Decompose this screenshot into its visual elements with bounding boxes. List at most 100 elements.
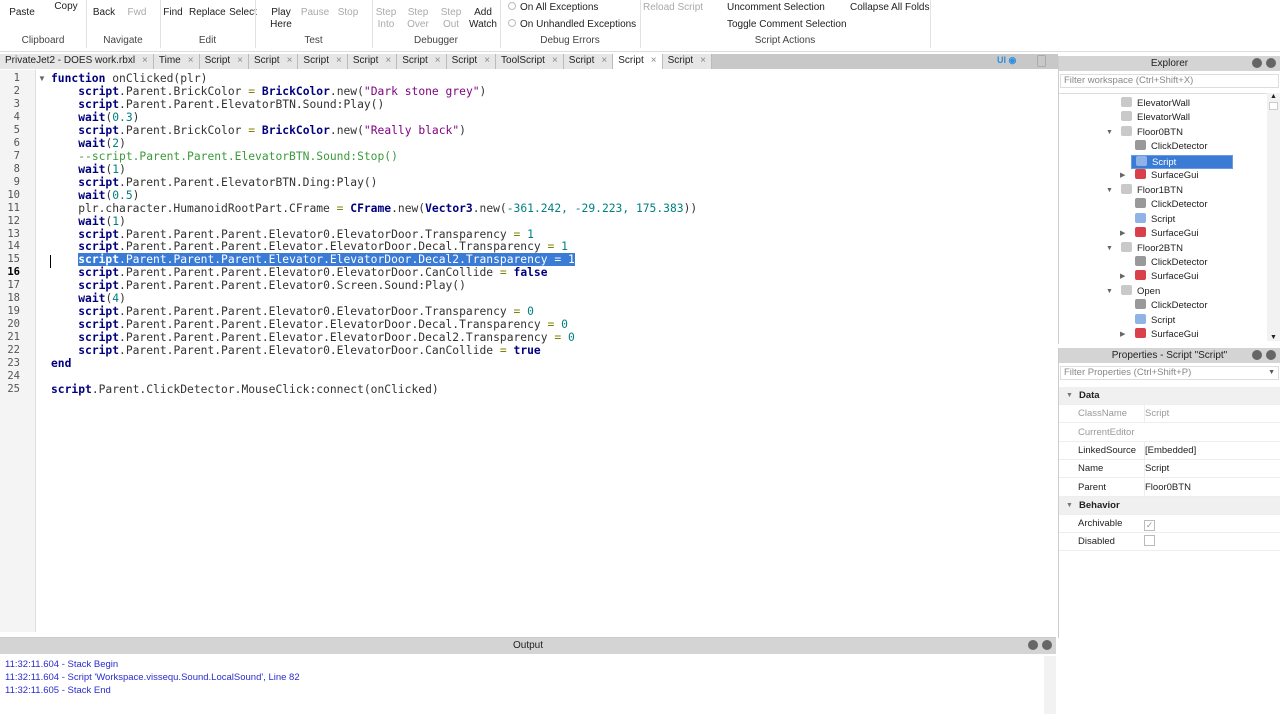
code-line[interactable]: end xyxy=(51,357,71,370)
code-line[interactable]: script.Parent.Parent.ElevatorBTN.Ding:Pl… xyxy=(51,176,377,189)
properties-filter-input[interactable]: Filter Properties (Ctrl+Shift+P) ▼ xyxy=(1060,366,1279,380)
tree-item[interactable]: ▼ Floor2BTN xyxy=(1106,241,1183,256)
collapsed-arrow-icon[interactable]: ▶ xyxy=(1120,328,1125,342)
collapsed-arrow-icon[interactable]: ▶ xyxy=(1120,270,1125,284)
output-scrollbar[interactable] xyxy=(1044,656,1056,714)
property-section-data[interactable]: ▼ Data xyxy=(1059,387,1280,405)
property-value[interactable]: Script xyxy=(1144,460,1169,479)
tab-script[interactable]: PrivateJet2 - DOES work.rbxl × xyxy=(0,54,154,69)
code-line[interactable]: script.Parent.Parent.Parent.Elevator0.El… xyxy=(51,305,534,318)
ribbon-button-paste[interactable]: Paste xyxy=(4,7,40,19)
code-line[interactable]: wait(4) xyxy=(51,292,126,305)
close-tab-icon[interactable]: × xyxy=(484,55,490,68)
code-line[interactable]: script.Parent.BrickColor = BrickColor.ne… xyxy=(51,124,466,137)
ribbon-button-replace[interactable]: Replace xyxy=(189,7,226,19)
expanded-arrow-icon[interactable]: ▼ xyxy=(1106,242,1113,256)
close-tab-icon[interactable]: × xyxy=(385,55,391,68)
ribbon-button-add-watch[interactable]: Add Watch xyxy=(465,7,501,31)
tree-item[interactable]: ▼ Floor1BTN xyxy=(1106,183,1183,198)
code-line[interactable]: --script.Parent.Parent.ElevatorBTN.Sound… xyxy=(51,150,398,163)
code-line[interactable]: script.Parent.Parent.Parent.Elevator0.Sc… xyxy=(51,279,466,292)
code-line[interactable]: plr.character.HumanoidRootPart.CFrame = … xyxy=(51,202,697,215)
close-tab-icon[interactable]: × xyxy=(552,55,558,68)
code-line[interactable]: wait(0.3) xyxy=(51,111,139,124)
tree-item[interactable]: ▶ SurfaceGui xyxy=(1120,169,1199,183)
tree-item[interactable]: ClickDetector xyxy=(1135,299,1208,313)
float-icon[interactable] xyxy=(1252,350,1262,360)
property-value[interactable]: Script xyxy=(1144,405,1169,424)
tab-script[interactable]: Script × xyxy=(199,54,249,69)
ribbon-button-step-out[interactable]: Step Out xyxy=(433,7,469,31)
collapsed-arrow-icon[interactable]: ▶ xyxy=(1120,169,1125,183)
tree-item[interactable]: ▶ SurfaceGui xyxy=(1120,328,1199,342)
close-tab-icon[interactable]: × xyxy=(700,55,706,68)
ribbon-button-pause[interactable]: Pause xyxy=(297,7,333,19)
property-section-behavior[interactable]: ▼ Behavior xyxy=(1059,496,1280,515)
code-line[interactable]: wait(0.5) xyxy=(51,189,139,202)
tab-script[interactable]: Script × xyxy=(397,54,447,69)
checkbox-icon[interactable] xyxy=(1144,535,1155,547)
tab-script[interactable]: Script × xyxy=(347,54,398,69)
property-checkbox[interactable] xyxy=(1144,533,1155,551)
tree-item[interactable]: ElevatorWall xyxy=(1121,97,1190,111)
code-line[interactable]: function onClicked(plr) xyxy=(51,72,207,85)
property-value[interactable]: [Embedded] xyxy=(1144,441,1196,460)
reload-script-button[interactable]: Reload Script xyxy=(643,2,703,14)
tree-item[interactable]: ClickDetector xyxy=(1135,140,1208,154)
explorer-scrollbar[interactable]: ▲ ▼ xyxy=(1267,93,1280,341)
tab-script[interactable]: Script × xyxy=(298,54,348,69)
expanded-arrow-icon[interactable]: ▼ xyxy=(1106,126,1113,140)
tree-item[interactable]: ▶ SurfaceGui xyxy=(1120,270,1199,284)
float-icon[interactable] xyxy=(1028,640,1038,650)
float-icon[interactable] xyxy=(1252,58,1262,68)
close-tab-icon[interactable]: × xyxy=(287,55,293,68)
code-line[interactable]: script.Parent.Parent.Parent.Elevator0.El… xyxy=(51,344,541,357)
close-tab-icon[interactable]: × xyxy=(651,55,657,68)
close-tab-icon[interactable]: × xyxy=(188,55,194,68)
property-value[interactable]: Floor0BTN xyxy=(1144,478,1191,497)
code-line[interactable]: wait(1) xyxy=(51,215,126,228)
device-icon[interactable] xyxy=(1037,55,1046,67)
code-line[interactable]: wait(2) xyxy=(51,137,126,150)
ribbon-button-step-over[interactable]: Step Over xyxy=(400,7,436,31)
property-row[interactable]: CurrentEditor xyxy=(1059,424,1280,442)
tree-item[interactable]: ▼ Open xyxy=(1106,284,1160,299)
close-tab-icon[interactable]: × xyxy=(435,55,441,68)
fold-toggle-icon[interactable]: ▼ xyxy=(38,74,46,83)
expanded-arrow-icon[interactable]: ▼ xyxy=(1106,184,1113,198)
code-editor[interactable]: 1 2 3 4 5 6 7 8 9 10 11 12 13 14 15 16 17 18 19 20 21 22 23 24 2… xyxy=(0,70,1058,632)
code-line[interactable]: script.Parent.Parent.Parent.Elevator0.El… xyxy=(51,266,547,279)
property-checkbox[interactable]: ✓ xyxy=(1144,515,1155,533)
ribbon-button-step-into[interactable]: Step Into xyxy=(368,7,404,31)
code-line[interactable]: script.Parent.Parent.Parent.Elevator.Ele… xyxy=(51,240,568,253)
code-line[interactable]: wait(1) xyxy=(51,163,126,176)
explorer-filter-input[interactable]: Filter workspace (Ctrl+Shift+X) xyxy=(1060,74,1279,88)
tree-item[interactable]: ClickDetector xyxy=(1135,198,1208,212)
property-row[interactable]: LinkedSource [Embedded] xyxy=(1059,441,1280,460)
property-row[interactable]: Disabled xyxy=(1059,533,1280,552)
ribbon-button-copy[interactable]: Copy xyxy=(48,1,84,13)
tab-script[interactable]: Script × xyxy=(563,54,614,69)
code-line[interactable]: script.Parent.Parent.Parent.Elevator.Ele… xyxy=(51,331,575,344)
code-line[interactable]: script.Parent.ClickDetector.MouseClick:c… xyxy=(51,383,439,396)
tree-item[interactable]: ElevatorWall xyxy=(1121,111,1190,125)
code-line[interactable]: script.Parent.BrickColor = BrickColor.ne… xyxy=(51,85,486,98)
toggle-comment-button[interactable]: Toggle Comment Selection xyxy=(727,19,847,31)
close-icon[interactable] xyxy=(1042,640,1052,650)
close-icon[interactable] xyxy=(1266,58,1276,68)
debug-errors-radio[interactable]: On All Exceptions xyxy=(508,2,598,14)
property-row[interactable]: Parent Floor0BTN xyxy=(1059,478,1280,497)
scroll-thumb[interactable] xyxy=(1269,102,1278,110)
ui-visibility-toggle[interactable]: UI ◉ xyxy=(997,55,1016,66)
code-line[interactable]: script.Parent.Parent.Parent.Elevator.Ele… xyxy=(51,253,575,267)
property-row[interactable]: ClassName Script xyxy=(1059,405,1280,424)
property-row[interactable]: Archivable ✓ xyxy=(1059,515,1280,534)
scroll-down-icon[interactable]: ▼ xyxy=(1267,334,1280,341)
tree-item[interactable]: ▼ Floor0BTN xyxy=(1106,125,1183,140)
tree-item[interactable]: ▶ SurfaceGui xyxy=(1120,227,1199,241)
code-line[interactable]: script.Parent.Parent.Parent.Elevator0.El… xyxy=(51,228,534,241)
tab-script[interactable]: Script × xyxy=(249,54,299,69)
tree-item[interactable]: ClickDetector xyxy=(1135,255,1208,270)
checkbox-checked-icon[interactable]: ✓ xyxy=(1144,520,1155,532)
ribbon-button-play-here[interactable]: Play Here xyxy=(263,7,299,31)
